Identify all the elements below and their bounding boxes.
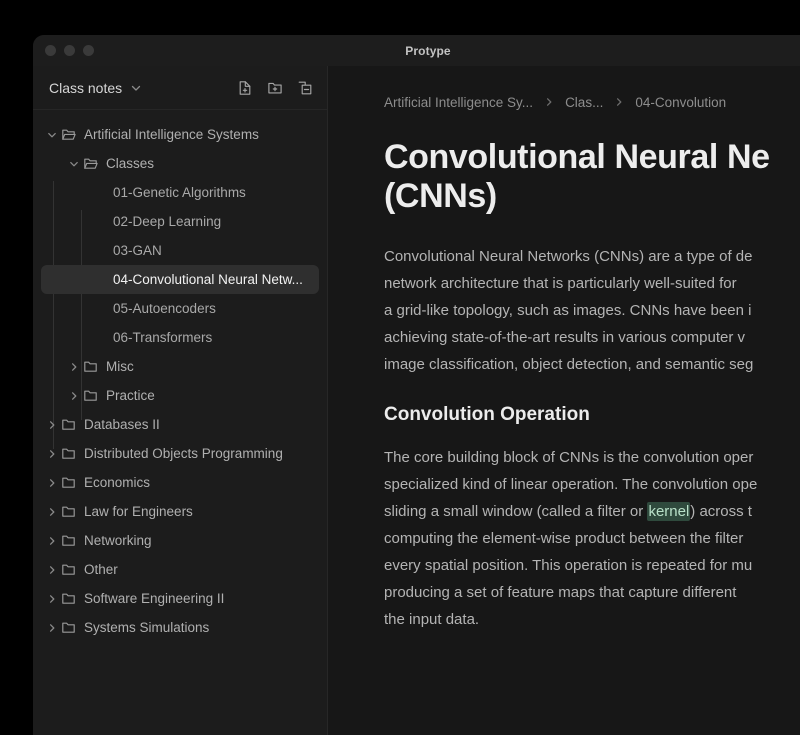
chevron-right-icon[interactable] [43,506,61,518]
tree-item-label: Artificial Intelligence Systems [84,127,259,142]
tree-item-label: Misc [106,359,134,374]
tree-folder-item[interactable]: Networking [41,526,319,555]
tree-note-item[interactable]: 03-GAN [41,236,319,265]
notebook-title: Class notes [49,79,123,96]
chevron-right-icon[interactable] [43,535,61,547]
zoom-button[interactable] [83,45,94,56]
tree-note-item[interactable]: 06-Transformers [41,323,319,352]
chevron-right-icon[interactable] [43,593,61,605]
tree-item-label: 06-Transformers [113,330,213,345]
folder-closed-icon [61,504,76,519]
chevron-right-icon[interactable] [43,477,61,489]
folder-closed-icon [61,562,76,577]
folder-closed-icon [83,388,98,403]
tree-item-label: 01-Genetic Algorithms [113,185,246,200]
tree-note-item[interactable]: 04-Convolutional Neural Netw... [41,265,319,294]
tree-folder-item[interactable]: Other [41,555,319,584]
tree-note-item[interactable]: 02-Deep Learning [41,207,319,236]
tree-folder-item[interactable]: Software Engineering II [41,584,319,613]
tree-folder-item[interactable]: Misc [41,352,319,381]
folder-open-icon [61,127,76,142]
page-title: Convolutional Neural Ne (CNNs) [384,138,800,217]
chevron-right-icon[interactable] [65,361,83,373]
tree-item-label: Other [84,562,118,577]
tree-folder-item[interactable]: Practice [41,381,319,410]
sidebar: Class notes Artificial Intelligence Syst… [33,66,328,735]
note-content: Artificial Intelligence Sy... Clas... 04-C… [328,66,800,735]
highlighted-term[interactable]: kernel [647,501,691,521]
folder-closed-icon [61,446,76,461]
new-folder-icon[interactable] [267,80,283,96]
page-title-line2: (CNNs) [384,177,497,216]
tree-note-item[interactable]: 01-Genetic Algorithms [41,178,319,207]
chevron-right-icon[interactable] [43,448,61,460]
chevron-right-icon [543,96,555,108]
tree-item-label: Systems Simulations [84,620,210,635]
chevron-right-icon[interactable] [65,390,83,402]
app-window: Protype Class notes Artificial Intellige… [33,35,800,735]
tree-item-label: Practice [106,388,155,403]
tree-item-label: 04-Convolutional Neural Netw... [113,272,303,287]
tree-folder-item[interactable]: Distributed Objects Programming [41,439,319,468]
tree-folder-item[interactable]: Databases II [41,410,319,439]
folder-closed-icon [61,591,76,606]
folder-closed-icon [61,620,76,635]
chevron-down-icon[interactable] [43,129,61,141]
breadcrumb-item[interactable]: 04-Convolution [635,95,726,110]
tree-item-label: Networking [84,533,152,548]
tree-item-label: Distributed Objects Programming [84,446,283,461]
tree-item-label: Software Engineering II [84,591,225,606]
chevron-right-icon[interactable] [43,564,61,576]
breadcrumb-item[interactable]: Artificial Intelligence Sy... [384,95,533,110]
breadcrumb: Artificial Intelligence Sy... Clas... 04-C… [384,66,800,138]
tree-folder-item[interactable]: Economics [41,468,319,497]
close-button[interactable] [45,45,56,56]
collapse-all-icon[interactable] [297,80,313,96]
tree-item-label: 03-GAN [113,243,162,258]
section-heading: Convolution Operation [384,403,590,425]
tree-item-label: Economics [84,475,151,490]
tree-item-label: Databases II [84,417,160,432]
sidebar-actions [237,80,313,96]
tree-item-label: Law for Engineers [84,504,193,519]
folder-closed-icon [83,359,98,374]
paragraph-part-b: ) across t computing the element-wise pr… [384,502,753,628]
tree-folder-item[interactable]: Artificial Intelligence Systems [41,120,319,149]
breadcrumb-item[interactable]: Clas... [565,95,603,110]
folder-closed-icon [61,475,76,490]
chevron-right-icon[interactable] [43,622,61,634]
tree-item-label: 05-Autoencoders [113,301,216,316]
tree-folder-item[interactable]: Systems Simulations [41,613,319,642]
folder-tree: Artificial Intelligence Systems Classes 01… [33,110,327,735]
window-title: Protype [405,43,451,58]
sidebar-header: Class notes [33,66,327,110]
section-paragraph: The core building block of CNNs is the c… [384,444,800,633]
folder-open-icon [83,156,98,171]
title-bar: Protype [33,35,800,66]
window-controls [33,45,94,56]
chevron-down-icon[interactable] [65,158,83,170]
page-title-line1: Convolutional Neural Ne [384,138,770,176]
chevron-right-icon [613,96,625,108]
chevron-right-icon[interactable] [43,419,61,431]
tree-folder-item[interactable]: Law for Engineers [41,497,319,526]
minimize-button[interactable] [64,45,75,56]
tree-note-item[interactable]: 05-Autoencoders [41,294,319,323]
folder-closed-icon [61,533,76,548]
chevron-down-icon[interactable] [130,82,142,94]
intro-paragraph: Convolutional Neural Networks (CNNs) are… [384,247,754,373]
tree-item-label: 02-Deep Learning [113,214,222,229]
tree-item-label: Classes [106,156,155,171]
tree-folder-item[interactable]: Classes [41,149,319,178]
folder-closed-icon [61,417,76,432]
new-file-icon[interactable] [237,80,253,96]
